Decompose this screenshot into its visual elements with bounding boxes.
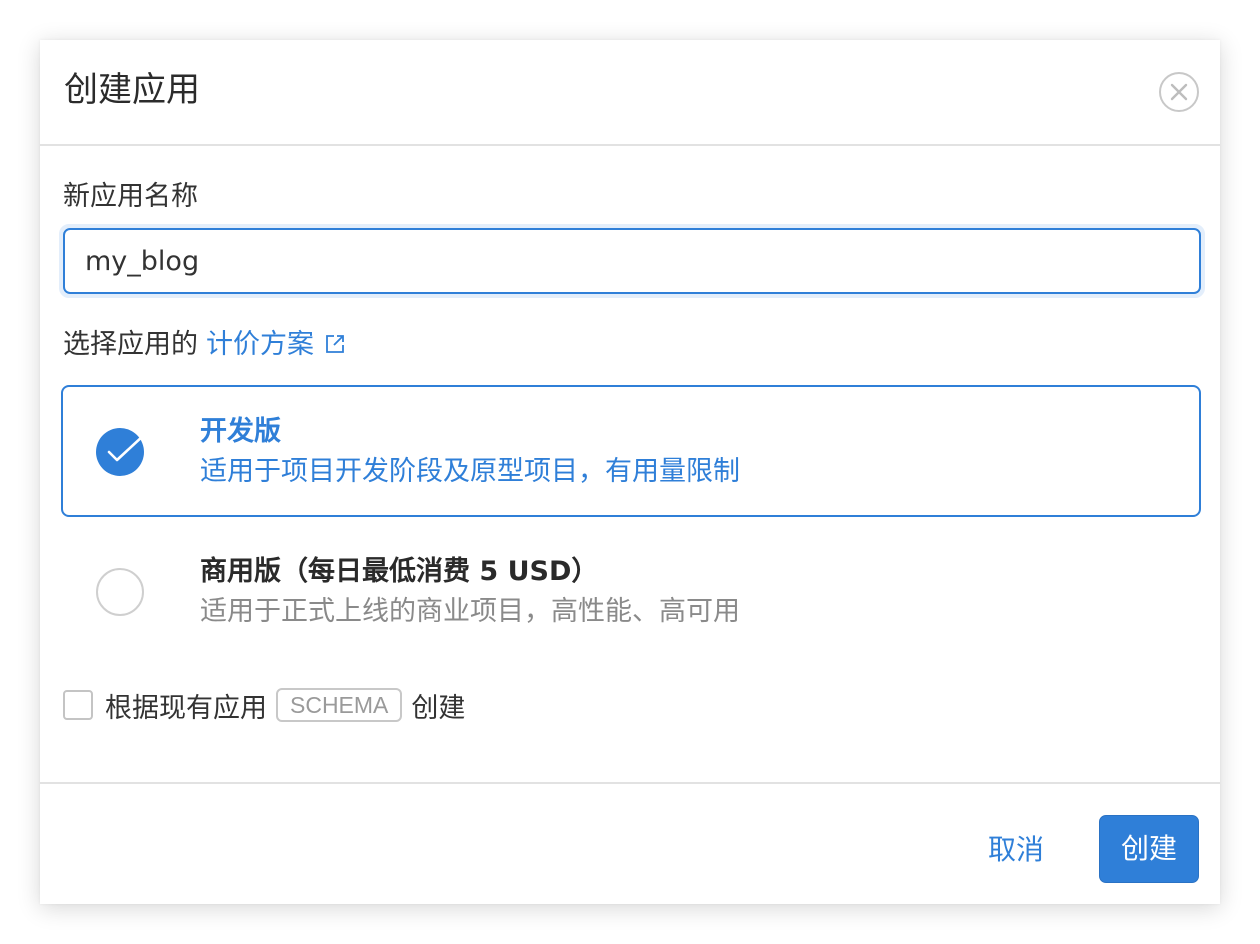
- pricing-plan-link[interactable]: 计价方案: [206, 329, 346, 360]
- plan-radio-selected[interactable]: [96, 428, 146, 476]
- close-icon: [1170, 83, 1188, 101]
- close-button[interactable]: [1159, 72, 1199, 112]
- schema-label-suffix: 创建: [411, 692, 466, 724]
- app-name-input[interactable]: [63, 228, 1201, 294]
- pricing-plan-link-text: 计价方案: [206, 329, 314, 360]
- plan-section-label: 选择应用的 计价方案: [63, 326, 346, 364]
- app-name-label: 新应用名称: [63, 181, 198, 212]
- plan-label-prefix: 选择应用的: [63, 329, 198, 360]
- cancel-button[interactable]: 取消: [988, 826, 1044, 874]
- plan-name: 开发版: [200, 416, 281, 447]
- plan-description: 适用于正式上线的商业项目，高性能、高可用: [200, 596, 740, 627]
- create-button[interactable]: 创建: [1099, 815, 1199, 883]
- plan-option-commercial[interactable]: 商用版（每日最低消费 5 USD） 适用于正式上线的商业项目，高性能、高可用: [61, 525, 1201, 657]
- footer-divider: [40, 782, 1220, 784]
- create-app-dialog: 创建应用 新应用名称 选择应用的计价方案 开发版 适用于项目开发阶段及原型项目，…: [40, 40, 1220, 904]
- external-link-icon: [326, 335, 344, 353]
- schema-badge: SCHEMA: [276, 688, 403, 722]
- plan-name: 商用版（每日最低消费 5 USD）: [200, 556, 599, 587]
- check-icon: [107, 433, 146, 462]
- schema-option-row: 根据现有应用 SCHEMA 创建: [63, 684, 465, 726]
- dialog-header: 创建应用: [40, 40, 1220, 146]
- plan-option-dev[interactable]: 开发版 适用于项目开发阶段及原型项目，有用量限制: [61, 385, 1201, 517]
- dialog-title: 创建应用: [64, 70, 200, 110]
- app-name-focus-ring: [59, 224, 1205, 298]
- plan-description: 适用于项目开发阶段及原型项目，有用量限制: [200, 456, 740, 487]
- schema-checkbox[interactable]: [63, 690, 93, 720]
- plan-radio-unselected[interactable]: [96, 568, 144, 616]
- schema-label-prefix: 根据现有应用: [105, 692, 267, 724]
